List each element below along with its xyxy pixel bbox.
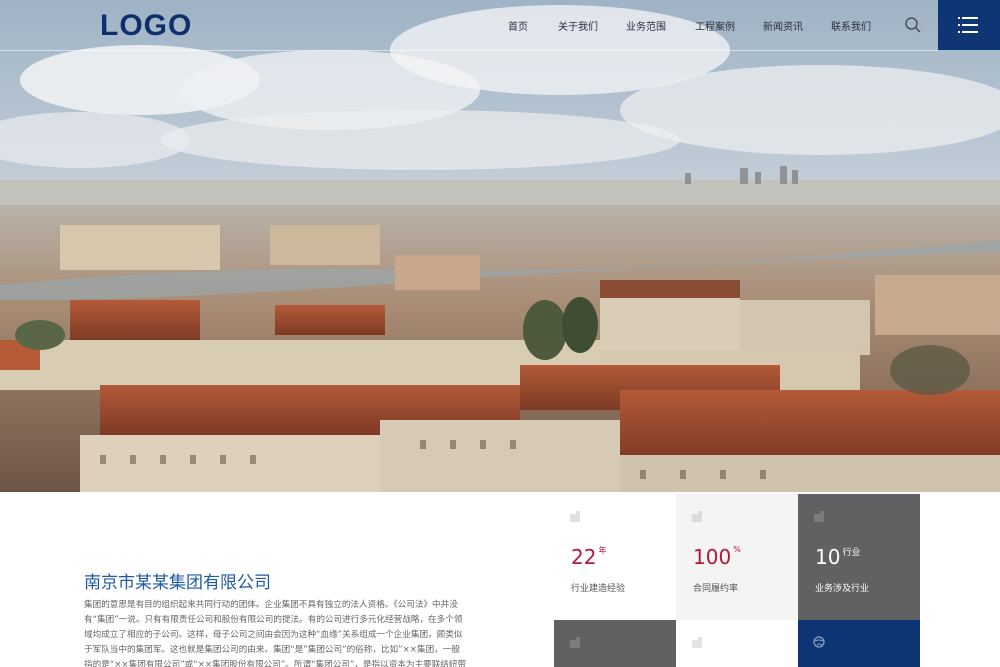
site-logo[interactable]: LOGO — [100, 9, 192, 43]
building-icon — [692, 637, 702, 648]
building-icon — [692, 511, 702, 522]
globe-icon — [813, 636, 825, 648]
stat-industries-value: 10 行业 — [815, 545, 861, 569]
building-icon — [570, 511, 580, 522]
stat-tile-blank — [920, 494, 1000, 620]
company-description: 集团的意思是有目的组织起来共同行动的团体。企业集团不具有独立的法人资格。《公司法… — [84, 600, 467, 667]
nav-item-news[interactable]: 新闻资讯 — [763, 18, 803, 33]
header-divider — [0, 50, 938, 51]
building-icon — [814, 511, 824, 522]
site-header: LOGO 首页 关于我们 业务范围 工程案例 新闻资讯 联系我们 — [0, 0, 1000, 50]
nav-item-business[interactable]: 业务范围 — [626, 18, 666, 33]
nav-item-about[interactable]: 关于我们 — [558, 18, 598, 33]
building-icon — [570, 637, 580, 648]
stat-experience-value: 22 年 — [571, 545, 607, 569]
hero-cityscape-image — [0, 0, 1000, 492]
company-title: 南京市某某集团有限公司 — [84, 573, 271, 593]
nav-item-projects[interactable]: 工程案例 — [695, 18, 735, 33]
stat-tile-row2-3[interactable] — [798, 620, 920, 667]
menu-button[interactable] — [938, 0, 1000, 50]
stat-tile-row2-2[interactable] — [676, 620, 798, 667]
search-icon[interactable] — [904, 16, 922, 34]
stat-contract-value: 100% — [693, 545, 741, 569]
stat-experience-label: 行业建造经验 — [571, 584, 626, 594]
hero-banner — [0, 0, 1000, 492]
stat-tile-row2-1[interactable] — [554, 620, 676, 667]
stat-tile-row2-blank — [920, 620, 1000, 667]
nav-item-contact[interactable]: 联系我们 — [831, 18, 871, 33]
stat-contract-label: 合同履约率 — [693, 584, 739, 594]
nav-item-home[interactable]: 首页 — [508, 18, 528, 33]
stat-industries-label: 业务涉及行业 — [815, 584, 870, 594]
